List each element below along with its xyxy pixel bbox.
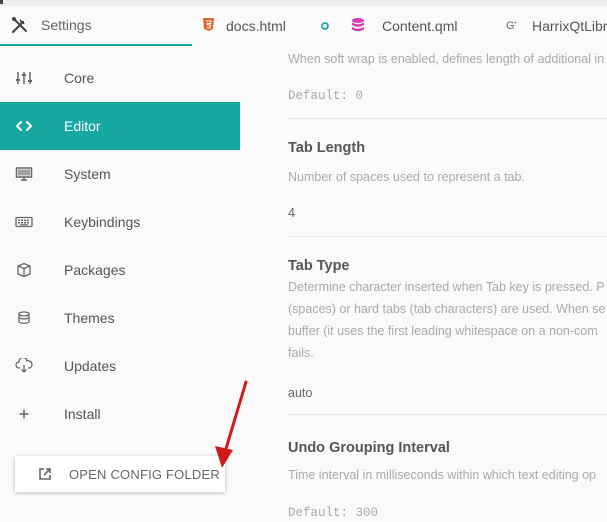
tab-type-description-line: fails. [288, 346, 314, 360]
divider [288, 236, 607, 237]
tab-content-label: Content.qml [382, 18, 458, 34]
sidebar-item-label: Core [64, 70, 95, 86]
divider [288, 414, 607, 415]
tools-icon [11, 16, 29, 34]
sidebar-item-packages[interactable]: Packages [0, 246, 240, 294]
tab-type-select[interactable]: auto [288, 386, 312, 400]
sidebar-item-label: System [64, 166, 111, 182]
undo-grouping-title: Undo Grouping Interval [288, 440, 450, 456]
sliders-icon [15, 70, 33, 86]
window-nub [0, 0, 3, 4]
html5-icon [203, 18, 214, 34]
sidebar-item-keybindings[interactable]: Keybindings [0, 198, 240, 246]
package-icon [15, 262, 33, 278]
undo-grouping-description: Time interval in milliseconds within whi… [288, 468, 597, 482]
plus-icon [15, 406, 33, 422]
code-icon [15, 118, 33, 134]
tab-docs-label: docs.html [226, 18, 286, 34]
tab-harrix-label: HarrixQtLibrar [532, 18, 607, 34]
sidebar-item-label: Themes [64, 310, 115, 326]
sidebar-item-label: Packages [64, 262, 126, 278]
sidebar-item-label: Updates [64, 358, 117, 374]
undo-grouping-default: Default: 300 [288, 506, 379, 520]
tab-harrix[interactable]: G+ HarrixQtLibrar [506, 6, 607, 46]
paint-bucket-icon [15, 310, 33, 326]
sidebar-item-label: Keybindings [64, 214, 141, 230]
sidebar-item-install[interactable]: Install [0, 390, 240, 438]
external-link-icon [38, 467, 52, 481]
tab-type-description-line: Determine character inserted when Tab ke… [288, 280, 605, 294]
database-icon [352, 17, 364, 35]
tab-docs-html[interactable]: docs.html [203, 6, 286, 46]
soft-wrap-default: Default: 0 [288, 89, 364, 103]
tab-length-input[interactable]: 4 [288, 206, 295, 220]
sidebar-item-core[interactable]: Core [0, 54, 240, 102]
tab-settings[interactable]: Settings [0, 6, 192, 46]
tab-bar: Settings docs.html Content.qml G + Harrix… [0, 6, 607, 46]
sidebar-item-editor[interactable]: Editor [0, 102, 240, 150]
tab-length-description: Number of spaces used to represent a tab… [288, 170, 525, 184]
open-config-folder-button[interactable]: OPEN CONFIG FOLDER [15, 456, 225, 492]
tab-type-title: Tab Type [288, 258, 350, 274]
soft-wrap-description: When soft wrap is enabled, defines lengt… [288, 52, 605, 66]
open-config-folder-label: OPEN CONFIG FOLDER [69, 467, 220, 482]
tab-settings-label: Settings [41, 17, 92, 33]
monitor-icon [15, 166, 33, 182]
tab-content-qml[interactable]: Content.qml [320, 6, 457, 46]
keyboard-icon [15, 214, 33, 230]
tab-type-description-line: buffer (it uses the first leading whites… [288, 324, 598, 338]
tab-type-description-line: (spaces) or hard tabs (tab characters) a… [288, 302, 606, 316]
sidebar-item-themes[interactable]: Themes [0, 294, 240, 342]
sidebar-item-label: Install [64, 406, 101, 422]
settings-sidebar: Core Editor System Keybindings Packages … [0, 54, 240, 522]
cloud-download-icon [15, 356, 33, 374]
sidebar-item-system[interactable]: System [0, 150, 240, 198]
cpp-icon: G + [506, 18, 520, 34]
tab-length-title: Tab Length [288, 140, 366, 156]
divider [288, 118, 607, 119]
sidebar-item-updates[interactable]: Updates [0, 342, 240, 390]
modified-dot-icon[interactable] [320, 18, 330, 34]
sidebar-item-label: Editor [64, 118, 101, 134]
svg-text:+: + [514, 21, 518, 27]
